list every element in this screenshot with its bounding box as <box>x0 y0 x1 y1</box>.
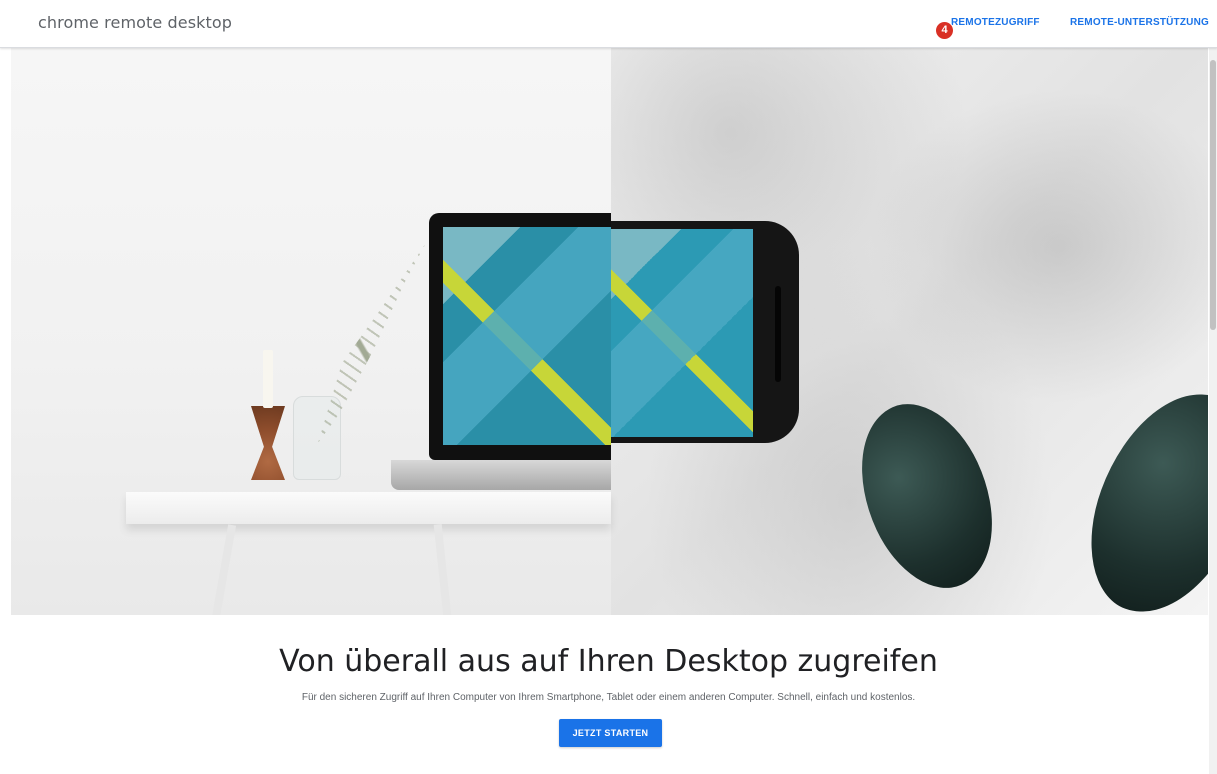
logo[interactable]: chrome remote desktop <box>38 13 232 32</box>
notification-badge-icon: 4 <box>936 22 953 39</box>
header: chrome remote desktop REMOTEZUGRIFF REMO… <box>0 0 1217 48</box>
table-top <box>126 492 611 524</box>
hero-image <box>11 48 1208 615</box>
get-started-button[interactable]: JETZT STARTEN <box>559 719 662 747</box>
main-subtitle: Für den sicheren Zugriff auf Ihren Compu… <box>301 692 916 703</box>
wallpaper-shape-3 <box>611 229 753 437</box>
wallpaper-shape-3 <box>443 227 611 445</box>
phone-speaker <box>775 286 781 382</box>
main-title: Von überall aus auf Ihren Desktop zugrei… <box>279 644 938 679</box>
candle <box>263 350 273 408</box>
nav-remote-access[interactable]: REMOTEZUGRIFF <box>951 17 1040 28</box>
laptop-screen <box>443 227 611 445</box>
scrollbar-thumb[interactable] <box>1210 60 1216 330</box>
phone-screen <box>611 229 753 437</box>
laptop-base <box>391 460 611 490</box>
nav-remote-support[interactable]: REMOTE-UNTERSTÜTZUNG <box>1070 17 1209 28</box>
